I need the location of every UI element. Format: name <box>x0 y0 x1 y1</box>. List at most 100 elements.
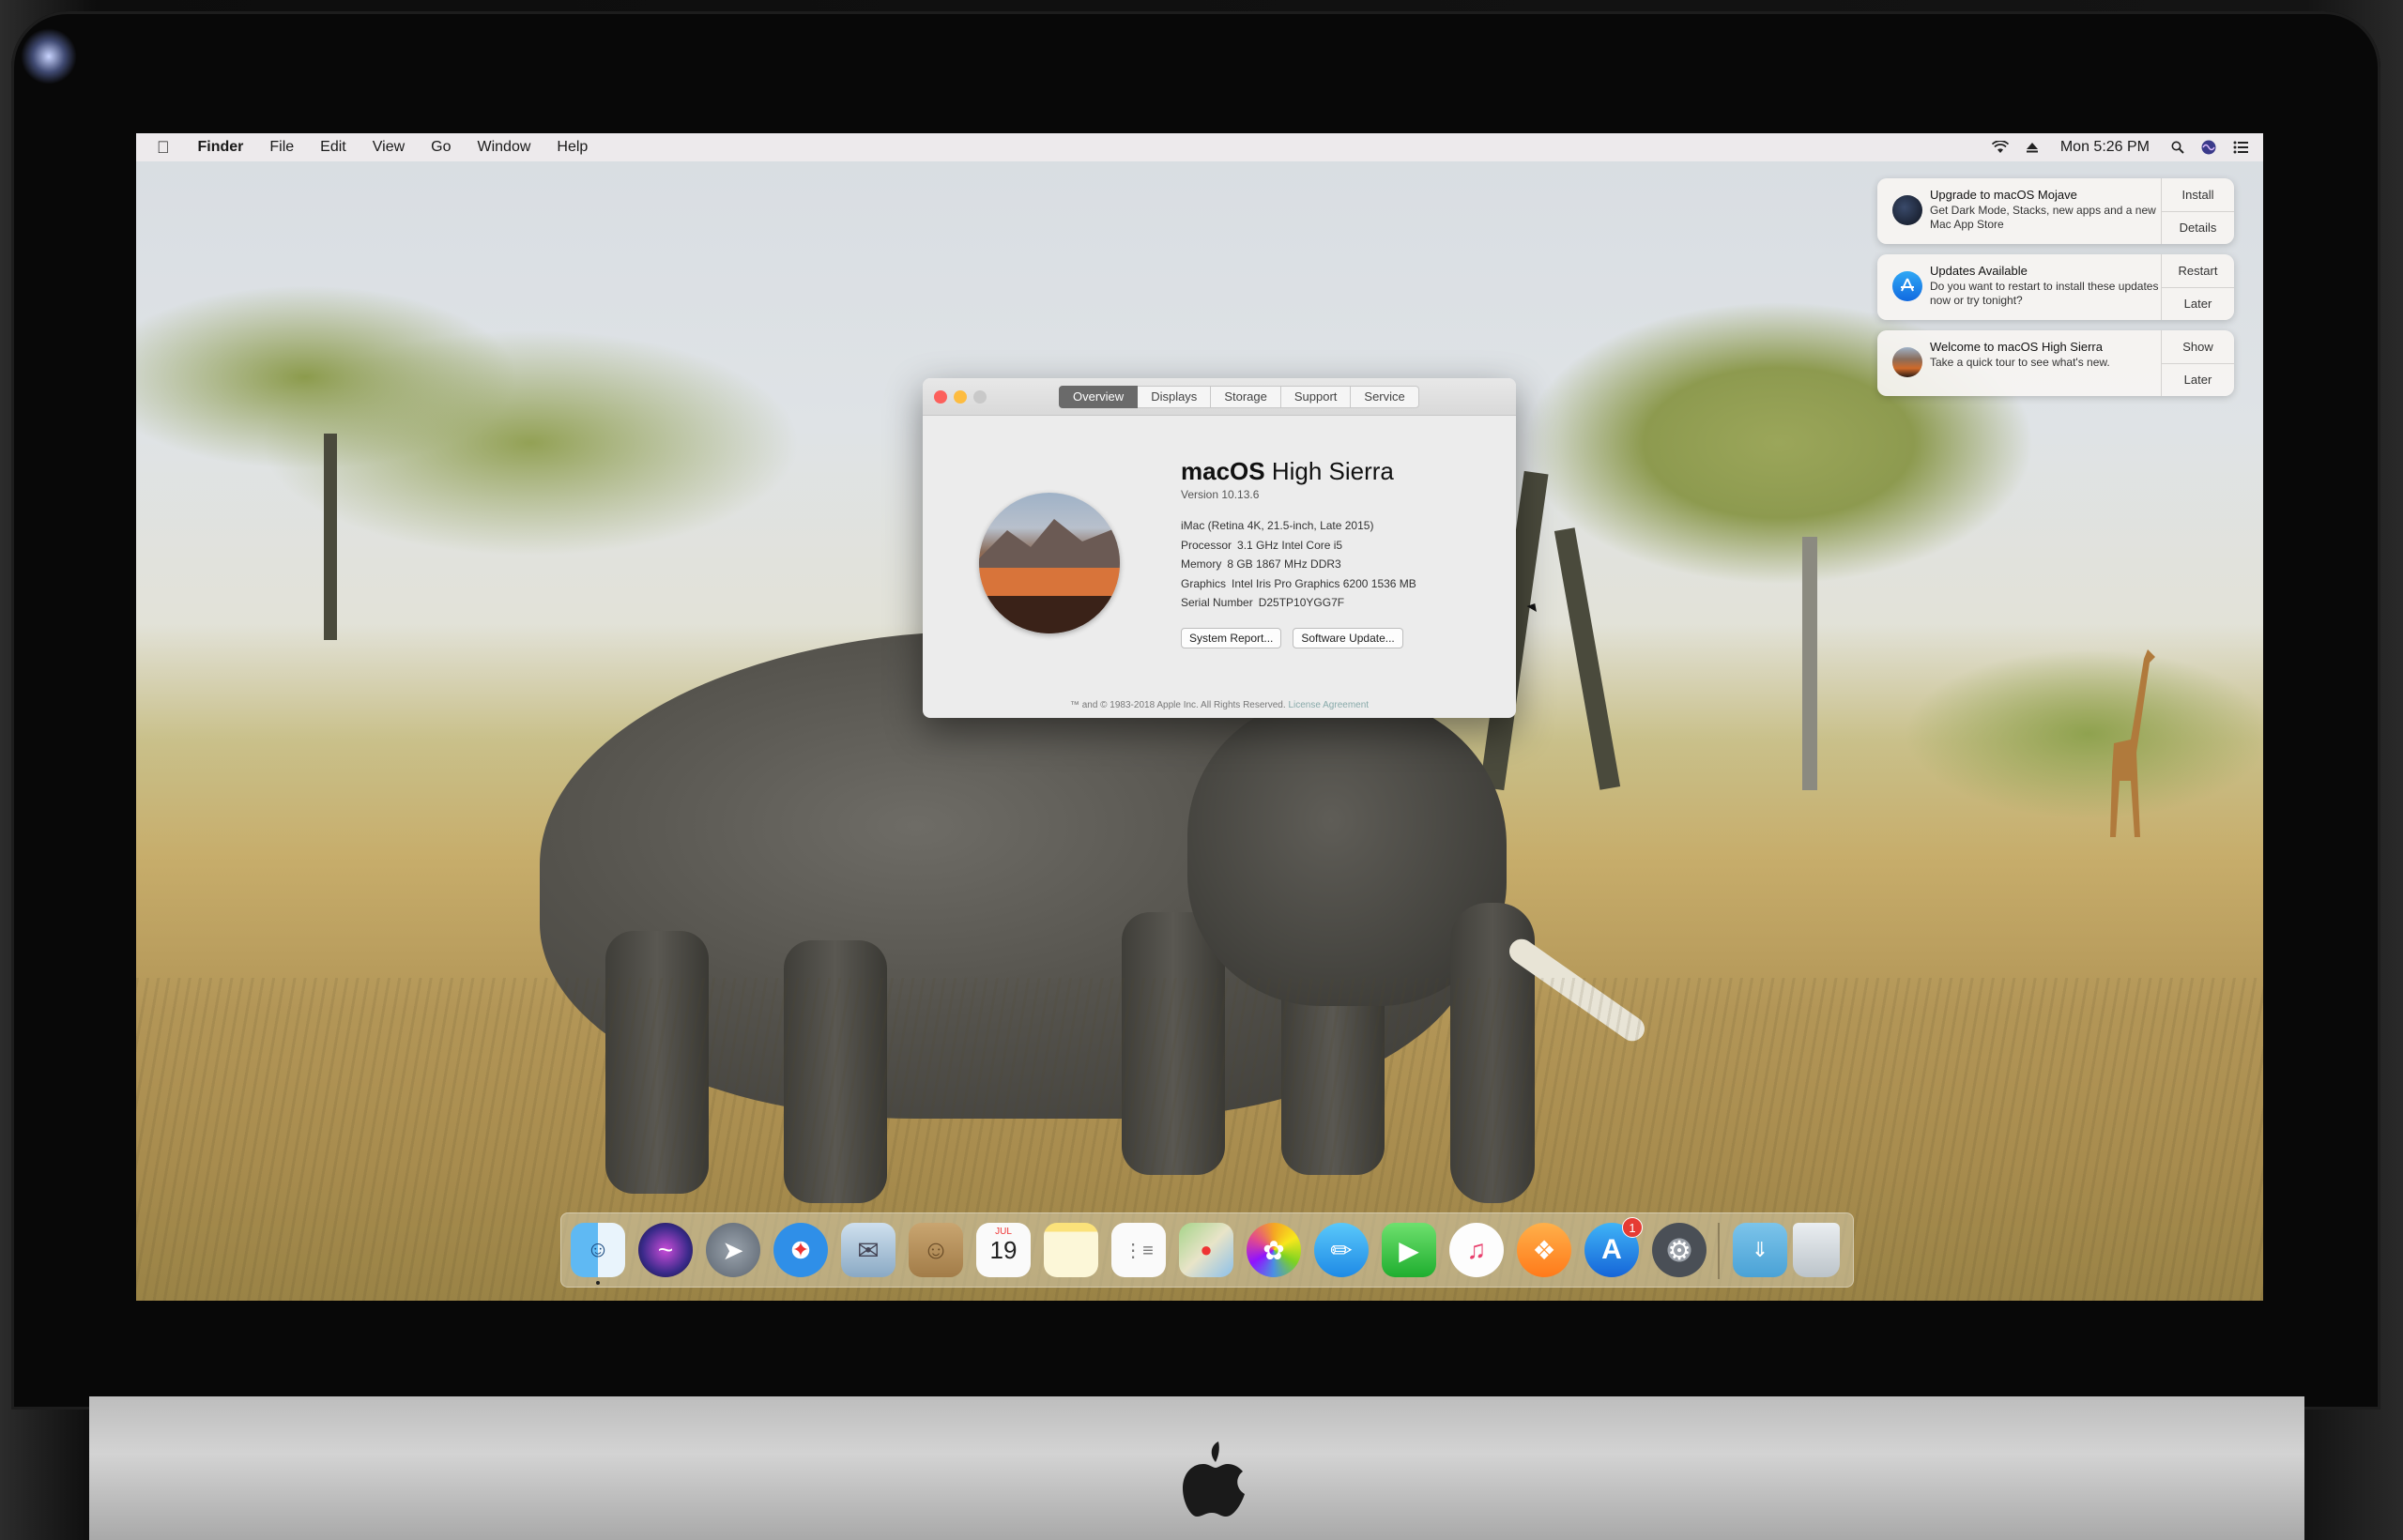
compass-icon: ✦ <box>791 1238 810 1261</box>
notification-welcome[interactable]: Welcome to macOS High Sierra Take a quic… <box>1877 330 2234 396</box>
eject-icon[interactable] <box>2017 141 2047 154</box>
dock-calendar[interactable]: JUL 19 <box>976 1223 1031 1277</box>
gear-icon: ⚙ <box>1667 1235 1691 1265</box>
dock-contacts[interactable]: ☺ <box>909 1223 963 1277</box>
minimize-button[interactable] <box>954 390 967 404</box>
calendar-day: 19 <box>989 1236 1018 1264</box>
notification-body: Welcome to macOS High Sierra Take a quic… <box>1930 330 2161 396</box>
spotlight-icon[interactable] <box>2163 141 2193 154</box>
app-store-badge: 1 <box>1622 1217 1643 1238</box>
tab-bar: Overview Displays Storage Support Servic… <box>1059 386 1419 408</box>
dock-system-preferences[interactable]: ⚙ <box>1652 1223 1707 1277</box>
restart-button[interactable]: Restart <box>2162 254 2234 287</box>
dock-trash[interactable] <box>1793 1223 1840 1277</box>
license-agreement-link[interactable]: License Agreement <box>1288 700 1369 710</box>
dock-notes[interactable] <box>1044 1223 1098 1277</box>
spec-key: Memory <box>1181 557 1222 571</box>
speech-bubble-icon: ✏ <box>1330 1235 1353 1265</box>
dock-mail[interactable]: ✉ <box>841 1223 895 1277</box>
notification-text: Get Dark Mode, Stacks, new apps and a ne… <box>1930 204 2156 231</box>
dock-ibooks[interactable]: ❖ <box>1517 1223 1571 1277</box>
siri-icon[interactable] <box>2193 140 2225 155</box>
tab-displays[interactable]: Displays <box>1138 386 1212 408</box>
copyright-footer: ™ and © 1983-2018 Apple Inc. All Rights … <box>923 700 1516 710</box>
notification-body: Upgrade to macOS Mojave Get Dark Mode, S… <box>1930 178 2161 244</box>
light-reflection <box>21 28 77 84</box>
download-icon: ⇓ <box>1751 1238 1769 1261</box>
notification-text: Take a quick tour to see what's new. <box>1930 356 2110 369</box>
dock-messages[interactable]: ✏ <box>1314 1223 1369 1277</box>
dock-separator <box>1718 1223 1720 1279</box>
menu-file[interactable]: File <box>256 139 307 156</box>
spec-list: iMac (Retina 4K, 21.5-inch, Late 2015) P… <box>1181 516 1416 613</box>
menu-view[interactable]: View <box>360 139 418 156</box>
contacts-icon: ☺ <box>922 1235 950 1264</box>
rocket-icon: ➤ <box>722 1235 744 1265</box>
book-icon: ❖ <box>1532 1235 1556 1265</box>
siri-icon: ~ <box>657 1235 674 1264</box>
software-update-button[interactable]: Software Update... <box>1293 627 1403 648</box>
about-this-mac-window: Overview Displays Storage Support Servic… <box>923 378 1516 718</box>
tab-support[interactable]: Support <box>1280 386 1352 408</box>
notification-actions: Install Details <box>2161 178 2234 244</box>
dock-reminders[interactable]: ⋮≡ <box>1111 1223 1166 1277</box>
install-button[interactable]: Install <box>2162 178 2234 211</box>
notification-body: Updates Available Do you want to restart… <box>1930 254 2161 320</box>
spec-row: Memory 8 GB 1867 MHz DDR3 <box>1181 555 1416 574</box>
music-note-icon: ♫ <box>1466 1235 1487 1264</box>
os-name-rest: High Sierra <box>1271 457 1394 485</box>
tab-overview[interactable]: Overview <box>1059 386 1139 408</box>
menu-edit[interactable]: Edit <box>307 139 360 156</box>
tab-storage[interactable]: Storage <box>1211 386 1281 408</box>
tab-service[interactable]: Service <box>1351 386 1419 408</box>
menu-bar:  Finder File Edit View Go Window Help M… <box>136 133 2263 161</box>
dock-photos[interactable]: ✿ <box>1247 1223 1301 1277</box>
spec-key: Serial Number <box>1181 596 1253 609</box>
spec-value: 3.1 GHz Intel Core i5 <box>1237 538 1343 552</box>
details-button[interactable]: Details <box>2162 210 2234 245</box>
dock-maps[interactable]: ● <box>1179 1223 1233 1277</box>
os-name: macOS High Sierra <box>1181 457 1416 486</box>
spec-value: D25TP10YGG7F <box>1258 596 1345 609</box>
high-sierra-logo-icon <box>979 493 1120 633</box>
dock-finder[interactable]: ☺ <box>571 1223 625 1285</box>
notification-title: Welcome to macOS High Sierra <box>1930 340 2103 354</box>
dock-safari[interactable]: ✦ <box>773 1223 828 1277</box>
system-report-button[interactable]: System Report... <box>1181 627 1282 648</box>
dead-tree <box>1802 537 1817 790</box>
close-button[interactable] <box>934 390 947 404</box>
desktop:  Finder File Edit View Go Window Help M… <box>136 133 2263 1301</box>
menu-help[interactable]: Help <box>543 139 601 156</box>
notification-title: Upgrade to macOS Mojave <box>1930 188 2077 202</box>
later-button[interactable]: Later <box>2162 362 2234 397</box>
spec-value: Intel Iris Pro Graphics 6200 1536 MB <box>1232 576 1416 590</box>
video-camera-icon: ▶ <box>1399 1235 1419 1265</box>
menu-clock[interactable]: Mon 5:26 PM <box>2047 139 2163 156</box>
later-button[interactable]: Later <box>2162 286 2234 321</box>
os-name-bold: macOS <box>1181 457 1265 485</box>
menu-app-name[interactable]: Finder <box>185 139 257 156</box>
map-pin-icon: ● <box>1200 1238 1213 1261</box>
notification-mojave[interactable]: Upgrade to macOS Mojave Get Dark Mode, S… <box>1877 178 2234 244</box>
tree-trunk <box>324 434 337 640</box>
dock-itunes[interactable]: ♫ <box>1449 1223 1504 1277</box>
copyright-text: ™ and © 1983-2018 Apple Inc. All Rights … <box>1069 700 1286 710</box>
show-button[interactable]: Show <box>2162 330 2234 363</box>
menu-go[interactable]: Go <box>418 139 464 156</box>
dock-downloads[interactable]: ⇓ <box>1733 1223 1787 1277</box>
apple-menu-icon[interactable]:  <box>136 138 185 158</box>
dock-siri[interactable]: ~ <box>638 1223 693 1277</box>
dock: ☺ ~ ➤ ✦ ✉ ☺ JUL 19 ⋮≡ ● ✿ ✏ ▶ ♫ ❖ A 1 ⚙ … <box>560 1212 1854 1288</box>
menu-window[interactable]: Window <box>464 139 543 156</box>
window-titlebar[interactable]: Overview Displays Storage Support Servic… <box>923 378 1516 416</box>
notification-center-icon[interactable] <box>2225 141 2263 154</box>
dock-app-store[interactable]: A 1 <box>1584 1217 1643 1277</box>
zoom-button[interactable] <box>973 390 987 404</box>
dock-launchpad[interactable]: ➤ <box>706 1223 760 1277</box>
spec-row: Serial Number D25TP10YGG7F <box>1181 593 1416 613</box>
photos-icon: ✿ <box>1263 1235 1285 1265</box>
wifi-icon[interactable] <box>1983 141 2017 154</box>
notification-updates[interactable]: Updates Available Do you want to restart… <box>1877 254 2234 320</box>
dock-facetime[interactable]: ▶ <box>1382 1223 1436 1277</box>
high-sierra-icon <box>1892 347 1922 377</box>
